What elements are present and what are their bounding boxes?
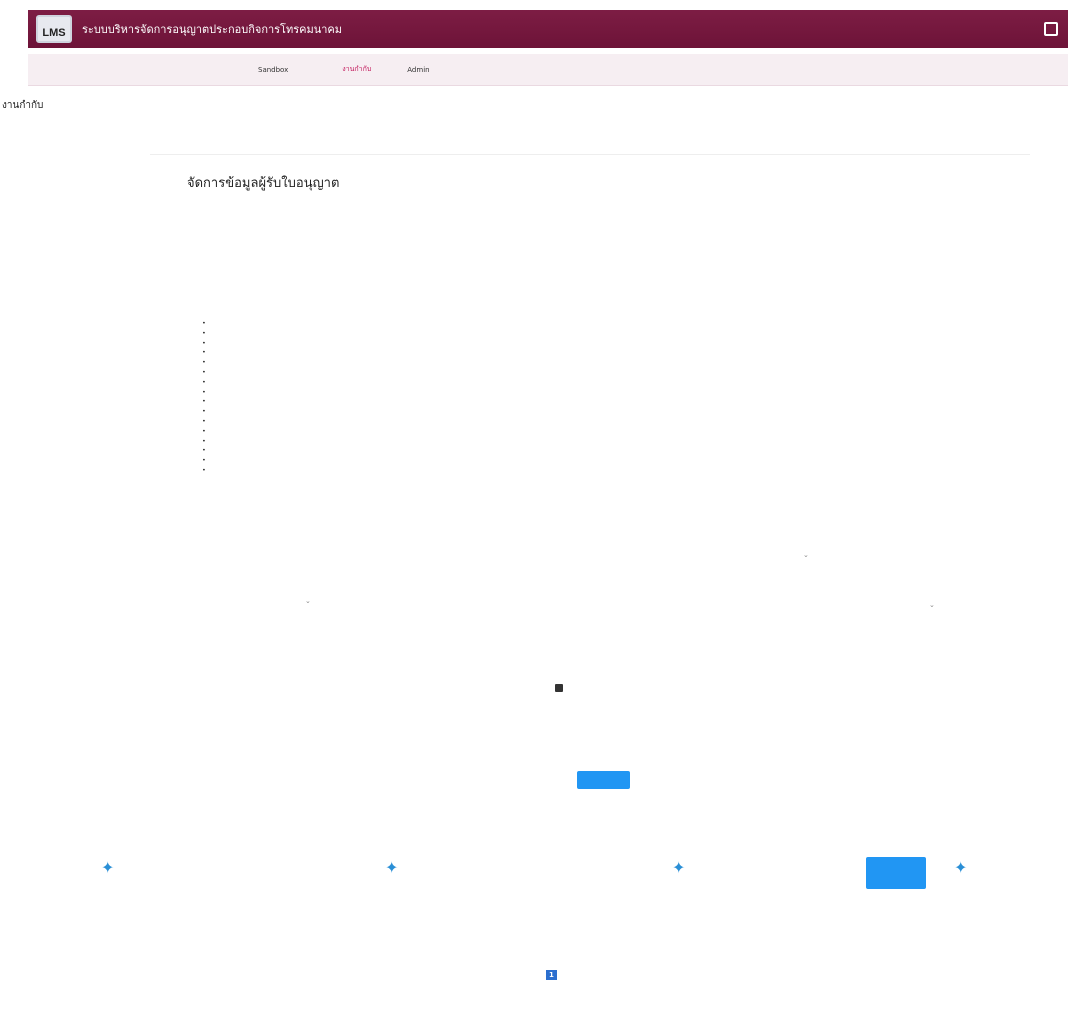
nav-item-active[interactable]: งานกำกับ	[342, 64, 371, 75]
sidebar-title: งานกำกับ	[2, 100, 44, 111]
tab-bar	[190, 277, 318, 280]
save-button[interactable]	[866, 857, 926, 889]
info-row	[202, 397, 245, 407]
nav-item-sandbox[interactable]: Sandbox	[258, 66, 288, 74]
main-nav: Sandbox งานกำกับ Admin	[28, 54, 1068, 86]
info-row	[202, 456, 245, 466]
bird-icon: ✦	[672, 858, 686, 877]
info-row	[202, 378, 245, 388]
info-row	[202, 368, 245, 378]
calendar-icon[interactable]	[555, 684, 563, 692]
current-page-button[interactable]: 1	[546, 970, 557, 980]
info-row	[202, 388, 245, 398]
chevron-down-icon[interactable]: ⌄	[929, 601, 935, 609]
bird-icon: ✦	[101, 858, 115, 877]
divider	[150, 154, 1030, 155]
info-row	[202, 417, 245, 427]
info-row	[202, 339, 245, 349]
info-row	[202, 348, 245, 358]
logout-icon[interactable]	[1044, 22, 1058, 36]
bird-icon: ✦	[954, 858, 968, 877]
bird-icon: ✦	[385, 858, 399, 877]
info-row	[202, 466, 245, 476]
info-row	[202, 437, 245, 447]
pagination: 1	[526, 970, 577, 980]
action-button[interactable]	[577, 771, 630, 789]
chevron-down-icon[interactable]: ⌄	[305, 597, 311, 605]
chevron-down-icon[interactable]: ⌄	[803, 551, 809, 559]
info-row	[202, 446, 245, 456]
info-row	[202, 407, 245, 417]
info-row	[202, 319, 245, 329]
app-title: ระบบบริหารจัดการอนุญาตประกอบกิจการโทรคมน…	[82, 23, 343, 36]
info-row	[202, 358, 245, 368]
sidebar: งานกำกับ	[2, 98, 152, 118]
info-row	[202, 427, 245, 437]
top-header-bar: LMS ระบบบริหารจัดการอนุญาตประกอบกิจการโท…	[28, 10, 1068, 48]
nav-item-admin[interactable]: Admin	[407, 66, 429, 74]
lms-logo[interactable]: LMS	[36, 15, 72, 43]
info-row	[202, 329, 245, 339]
info-list	[202, 319, 245, 476]
page-title: จัดการข้อมูลผู้รับใบอนุญาต	[187, 176, 340, 191]
